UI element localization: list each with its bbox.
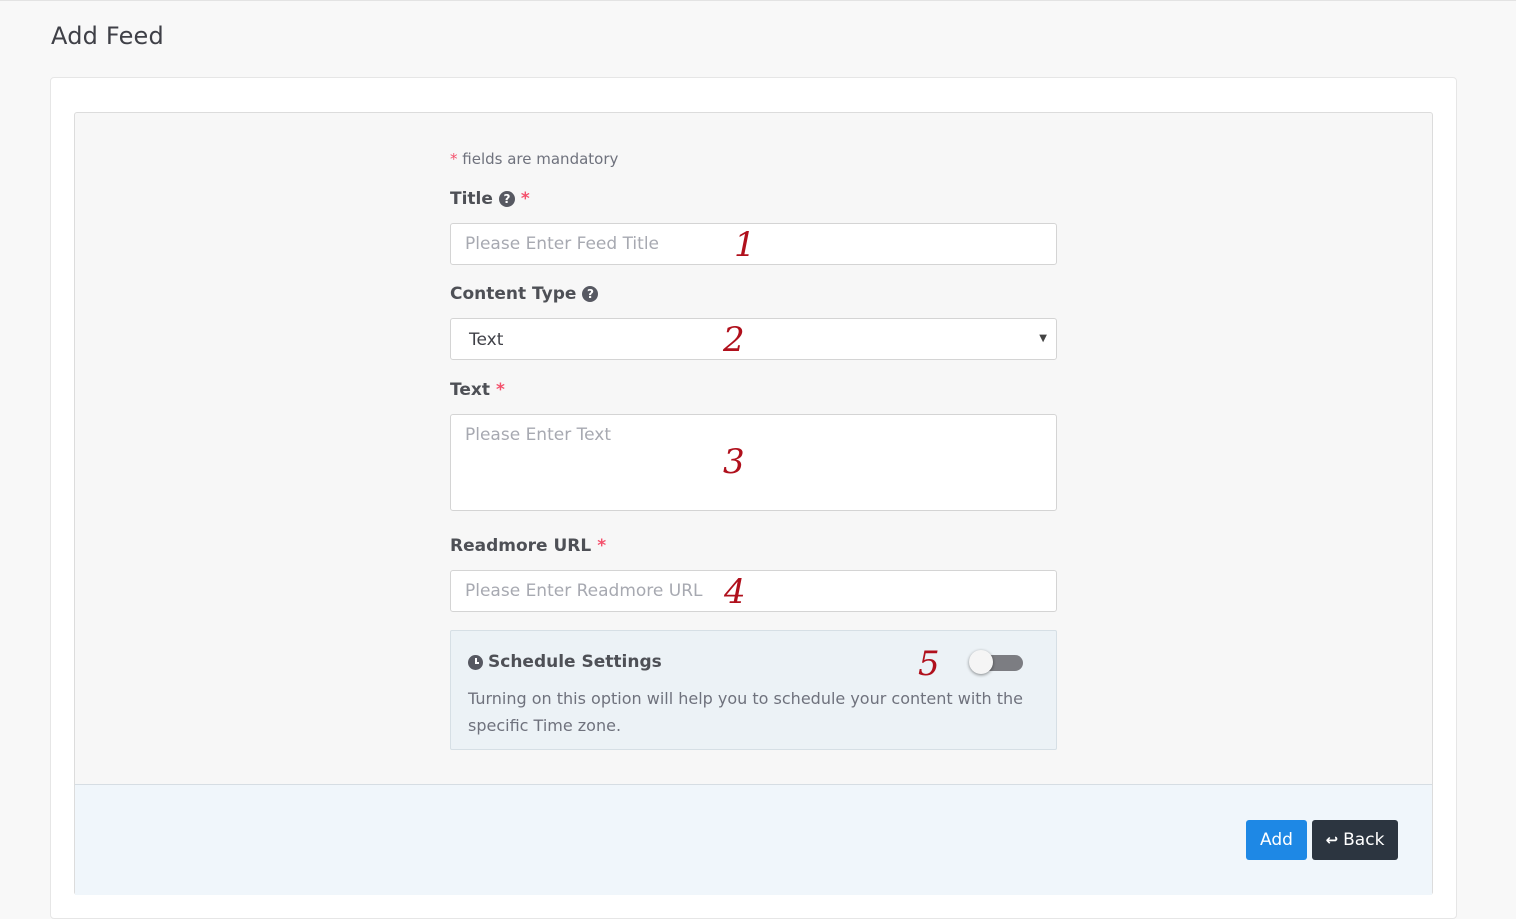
title-label: Title ? *	[450, 189, 530, 209]
schedule-toggle[interactable]	[969, 650, 1023, 674]
annotation-marker-4: 4	[724, 572, 746, 612]
title-help-icon[interactable]: ?	[498, 191, 515, 207]
content-type-label: Content Type ?	[450, 284, 599, 304]
readmore-url-input[interactable]: Please Enter Readmore URL 4	[450, 570, 1057, 612]
content-type-help-icon[interactable]: ?	[582, 286, 599, 302]
toggle-knob	[969, 650, 993, 674]
schedule-settings-title: Schedule Settings	[488, 652, 662, 672]
readmore-url-label: Readmore URL *	[450, 536, 606, 556]
text-textarea[interactable]: Please Enter Text 3	[450, 414, 1057, 511]
readmore-url-label-text: Readmore URL	[450, 536, 592, 556]
return-arrow-icon: ↩	[1325, 831, 1339, 849]
readmore-url-required-star: *	[597, 536, 607, 556]
mandatory-note-text: fields are mandatory	[462, 150, 619, 168]
chevron-down-icon: ▼	[1039, 333, 1047, 344]
content-type-label-text: Content Type	[450, 284, 577, 304]
title-input[interactable]: Please Enter Feed Title 1	[450, 223, 1057, 265]
add-button[interactable]: Add	[1246, 820, 1307, 860]
required-star: *	[450, 150, 458, 168]
text-required-star: *	[495, 380, 505, 400]
title-label-text: Title	[450, 189, 493, 209]
title-placeholder: Please Enter Feed Title	[465, 234, 659, 254]
annotation-marker-2: 2	[723, 320, 745, 360]
top-divider	[0, 0, 1516, 1]
schedule-settings-panel: Schedule Settings 5 Turning on this opti…	[450, 630, 1057, 750]
schedule-settings-heading: Schedule Settings	[468, 652, 662, 672]
clock-icon	[468, 654, 483, 670]
form-actions-footer: Add ↩ Back	[75, 784, 1432, 895]
title-required-star: *	[520, 189, 530, 209]
text-label-text: Text	[450, 380, 490, 400]
annotation-marker-5: 5	[918, 644, 940, 684]
annotation-marker-1: 1	[734, 225, 756, 265]
add-button-label: Add	[1260, 830, 1293, 850]
annotation-marker-3: 3	[723, 442, 745, 482]
back-button-label: Back	[1343, 830, 1385, 850]
mandatory-note: * fields are mandatory	[450, 150, 618, 168]
schedule-settings-description: Turning on this option will help you to …	[468, 689, 1024, 735]
readmore-url-placeholder: Please Enter Readmore URL	[465, 581, 703, 601]
content-type-selected: Text	[469, 330, 504, 350]
add-feed-form: * fields are mandatory Title ? * Please …	[74, 112, 1433, 895]
back-button[interactable]: ↩ Back	[1312, 820, 1398, 860]
page-title: Add Feed	[51, 22, 164, 50]
text-label: Text *	[450, 380, 505, 400]
text-placeholder: Please Enter Text	[465, 425, 611, 445]
content-type-select[interactable]: Text 2 ▼	[450, 318, 1057, 360]
